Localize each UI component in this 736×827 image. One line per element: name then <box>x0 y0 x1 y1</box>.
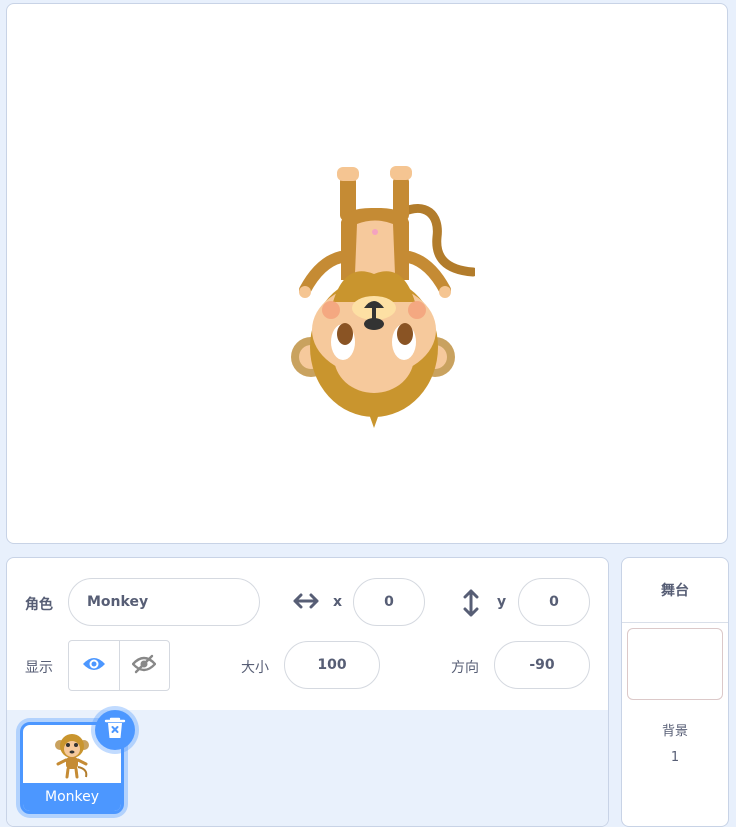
backdrop-label: 背景 <box>661 724 688 739</box>
trash-icon <box>104 716 126 744</box>
direction-value: -90 <box>529 657 555 673</box>
monkey-sprite[interactable] <box>285 162 475 430</box>
sprite-label: 角色 <box>25 597 53 613</box>
direction-label: 方向 <box>451 660 479 676</box>
stage-canvas[interactable] <box>6 3 728 544</box>
x-value: 0 <box>384 594 394 610</box>
sprite-name-input[interactable]: Monkey <box>68 578 260 626</box>
y-label: y <box>497 594 507 610</box>
hide-sprite-button[interactable] <box>118 641 170 690</box>
vertical-arrows-icon <box>462 589 480 621</box>
backdrop-count: 1 <box>670 750 680 765</box>
show-label: 显示 <box>25 660 53 676</box>
sprite-name-value: Monkey <box>87 594 149 610</box>
delete-sprite-button[interactable] <box>95 710 135 750</box>
stage-title: 舞台 <box>622 558 728 623</box>
sprite-info: 角色 Monkey x 0 y 0 显示 大小 100 方向 -90 <box>7 558 608 711</box>
x-input[interactable]: 0 <box>353 578 425 626</box>
eye-hidden-icon <box>131 654 157 678</box>
monkey-thumbnail-icon <box>55 734 89 779</box>
show-sprite-button[interactable] <box>69 641 119 690</box>
direction-input[interactable]: -90 <box>494 641 590 689</box>
sprite-panel: 角色 Monkey x 0 y 0 显示 大小 100 方向 -90 Monke… <box>6 557 609 827</box>
backdrop-thumbnail[interactable] <box>627 628 723 700</box>
size-input[interactable]: 100 <box>284 641 380 689</box>
visibility-toggle <box>68 640 170 691</box>
size-label: 大小 <box>241 660 269 676</box>
sprite-tile-name: Monkey <box>23 783 121 811</box>
eye-icon <box>82 655 106 677</box>
y-value: 0 <box>549 594 559 610</box>
size-value: 100 <box>317 657 347 673</box>
y-input[interactable]: 0 <box>518 578 590 626</box>
stage-selector[interactable]: 舞台 背景 1 <box>621 557 729 827</box>
x-label: x <box>333 594 343 610</box>
horizontal-arrows-icon <box>293 592 319 614</box>
